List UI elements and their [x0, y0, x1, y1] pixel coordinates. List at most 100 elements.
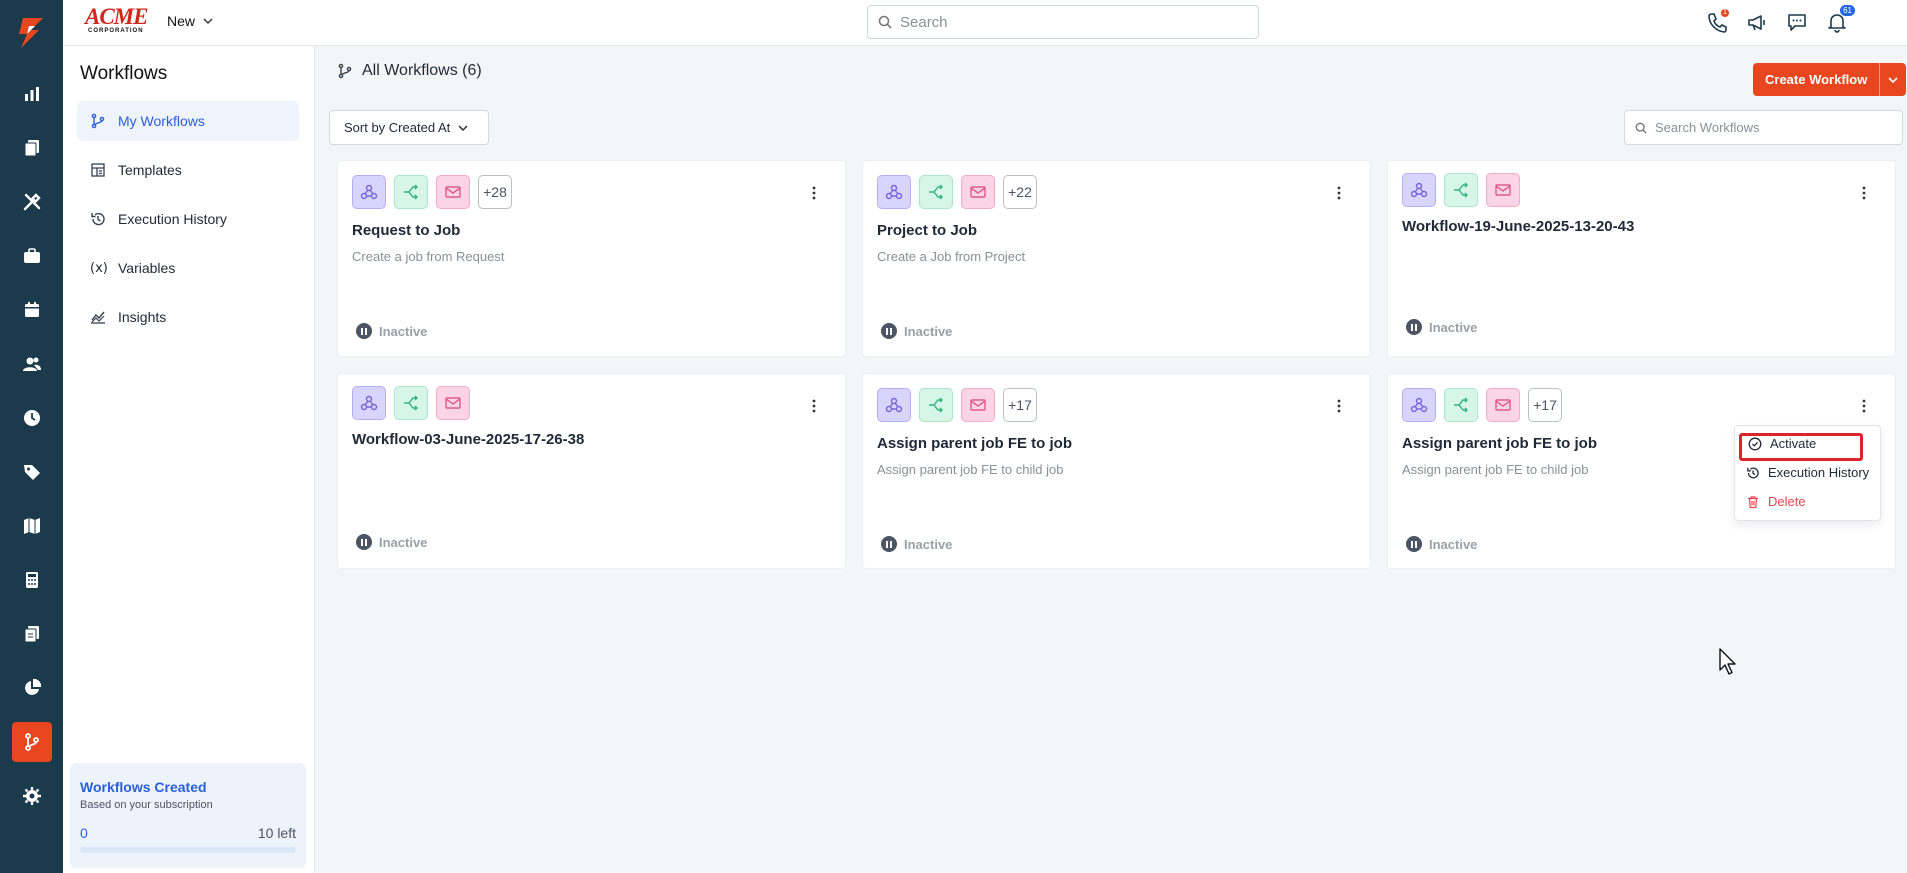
workflow-title: Assign parent job FE to job: [877, 435, 1072, 452]
workflow-card[interactable]: +22 Project to Job Create a Job from Pro…: [862, 160, 1371, 357]
sidebar-item-templates[interactable]: Templates: [77, 150, 299, 190]
pause-icon: [881, 536, 897, 552]
brand-logo[interactable]: ACME CORPORATION: [85, 5, 149, 36]
clock-icon[interactable]: [12, 398, 52, 438]
new-button[interactable]: New: [167, 13, 213, 29]
main-content: All Workflows (6) Create Workflow Sort b…: [315, 46, 1907, 873]
workflow-card[interactable]: Workflow-19-June-2025-13-20-43 Inactive: [1387, 160, 1896, 357]
workflow-card[interactable]: +28 Request to Job Create a job from Req…: [337, 160, 846, 357]
kebab-menu-icon[interactable]: [811, 185, 817, 201]
activate-menu-item[interactable]: Activate: [1748, 436, 1816, 451]
workflow-search-input[interactable]: [1655, 120, 1885, 135]
pause-icon: [881, 323, 897, 339]
status-badge: Inactive: [1406, 536, 1477, 552]
branch-icon: [338, 63, 352, 79]
sidebar-item-variables[interactable]: (x) Variables: [77, 248, 299, 288]
global-search[interactable]: [867, 5, 1259, 39]
briefcase-icon[interactable]: [12, 236, 52, 276]
sidebar-item-label: Insights: [118, 309, 167, 325]
mail-icon: [436, 386, 470, 420]
megaphone-icon[interactable]: [1745, 10, 1769, 34]
kebab-menu-icon[interactable]: [1861, 398, 1867, 414]
mail-icon: [1486, 173, 1520, 207]
app-logo-icon[interactable]: [13, 14, 49, 50]
calculator-icon[interactable]: [12, 560, 52, 600]
workflow-search[interactable]: [1624, 110, 1903, 145]
pause-icon: [356, 323, 372, 339]
search-icon: [878, 15, 892, 29]
kebab-menu-icon[interactable]: [1336, 398, 1342, 414]
top-bar: ACME CORPORATION New 1 61: [63, 0, 1907, 46]
insights-icon: [91, 311, 105, 324]
app-rail: [0, 0, 63, 873]
create-workflow-label[interactable]: Create Workflow: [1753, 63, 1881, 96]
more-actions-count: +28: [478, 175, 512, 209]
bell-icon[interactable]: 61: [1825, 5, 1855, 34]
new-button-label: New: [167, 13, 196, 29]
quota-progress-bar: [80, 847, 296, 853]
branch-icon: [1444, 388, 1478, 422]
documents-icon[interactable]: [12, 128, 52, 168]
create-workflow-dropdown[interactable]: [1880, 63, 1906, 96]
sidebar-item-insights[interactable]: Insights: [77, 297, 299, 337]
chevron-down-icon: [458, 124, 468, 131]
files-icon[interactable]: [12, 614, 52, 654]
kebab-menu-icon[interactable]: [1861, 185, 1867, 201]
more-actions-count: +17: [1528, 388, 1562, 422]
dashboard-icon[interactable]: [12, 74, 52, 114]
status-badge: Inactive: [356, 323, 427, 339]
quota-used: 0: [80, 825, 88, 841]
quota-left: 10 left: [257, 825, 296, 841]
workflow-quota-panel: Workflows Created Based on your subscrip…: [70, 763, 306, 868]
workflow-description: Assign parent job FE to child job: [1402, 462, 1589, 477]
execution-history-menu-item[interactable]: Execution History: [1746, 465, 1869, 480]
status-badge: Inactive: [881, 323, 952, 339]
global-search-input[interactable]: [900, 13, 1240, 31]
workflow-description: Assign parent job FE to child job: [877, 462, 1064, 477]
workflow-card[interactable]: +17 Assign parent job FE to job Assign p…: [862, 373, 1371, 569]
branch-icon: [919, 388, 953, 422]
sidebar-item-my-workflows[interactable]: My Workflows: [77, 101, 299, 141]
calendar-icon[interactable]: [12, 290, 52, 330]
pause-icon: [356, 534, 372, 550]
mail-icon: [1486, 388, 1520, 422]
more-actions-count: +17: [1003, 388, 1037, 422]
chevron-down-icon: [1888, 76, 1898, 83]
delete-menu-item[interactable]: Delete: [1746, 494, 1806, 509]
notification-badge: 61: [1840, 5, 1855, 16]
sort-dropdown[interactable]: Sort by Created At: [329, 110, 489, 145]
history-icon: [91, 212, 105, 226]
mouse-cursor-icon: [1719, 648, 1736, 675]
chat-icon[interactable]: [1785, 10, 1809, 34]
settings-icon[interactable]: [12, 776, 52, 816]
workflow-card[interactable]: Workflow-03-June-2025-17-26-38 Inactive: [337, 373, 846, 569]
sidebar-item-label: Variables: [118, 260, 176, 276]
users-icon[interactable]: [12, 344, 52, 384]
sidebar-item-label: Execution History: [118, 211, 227, 227]
tools-icon[interactable]: [12, 182, 52, 222]
kebab-menu-icon[interactable]: [811, 398, 817, 414]
webhook-icon: [352, 386, 386, 420]
kebab-menu-icon[interactable]: [1336, 185, 1342, 201]
quota-subtitle: Based on your subscription: [80, 799, 213, 811]
quota-title: Workflows Created: [80, 779, 207, 795]
tag-icon[interactable]: [12, 452, 52, 492]
chevron-down-icon: [203, 18, 213, 24]
map-icon[interactable]: [12, 506, 52, 546]
mail-icon: [961, 175, 995, 209]
check-circle-icon: [1748, 437, 1762, 450]
workflow-description: Create a job from Request: [352, 249, 505, 264]
sidebar-item-execution-history[interactable]: Execution History: [77, 199, 299, 239]
branch-icon: [394, 175, 428, 209]
mail-icon: [961, 388, 995, 422]
branch-icon: [91, 113, 105, 129]
workflow-title: Workflow-19-June-2025-13-20-43: [1402, 218, 1635, 235]
create-workflow-button[interactable]: Create Workflow: [1753, 63, 1907, 96]
branch-icon: [394, 386, 428, 420]
mail-icon: [436, 175, 470, 209]
webhook-icon: [1402, 388, 1436, 422]
workflows-icon[interactable]: [12, 722, 52, 762]
phone-icon[interactable]: 1: [1705, 9, 1729, 34]
pie-chart-icon[interactable]: [12, 668, 52, 708]
branch-icon: [1444, 173, 1478, 207]
